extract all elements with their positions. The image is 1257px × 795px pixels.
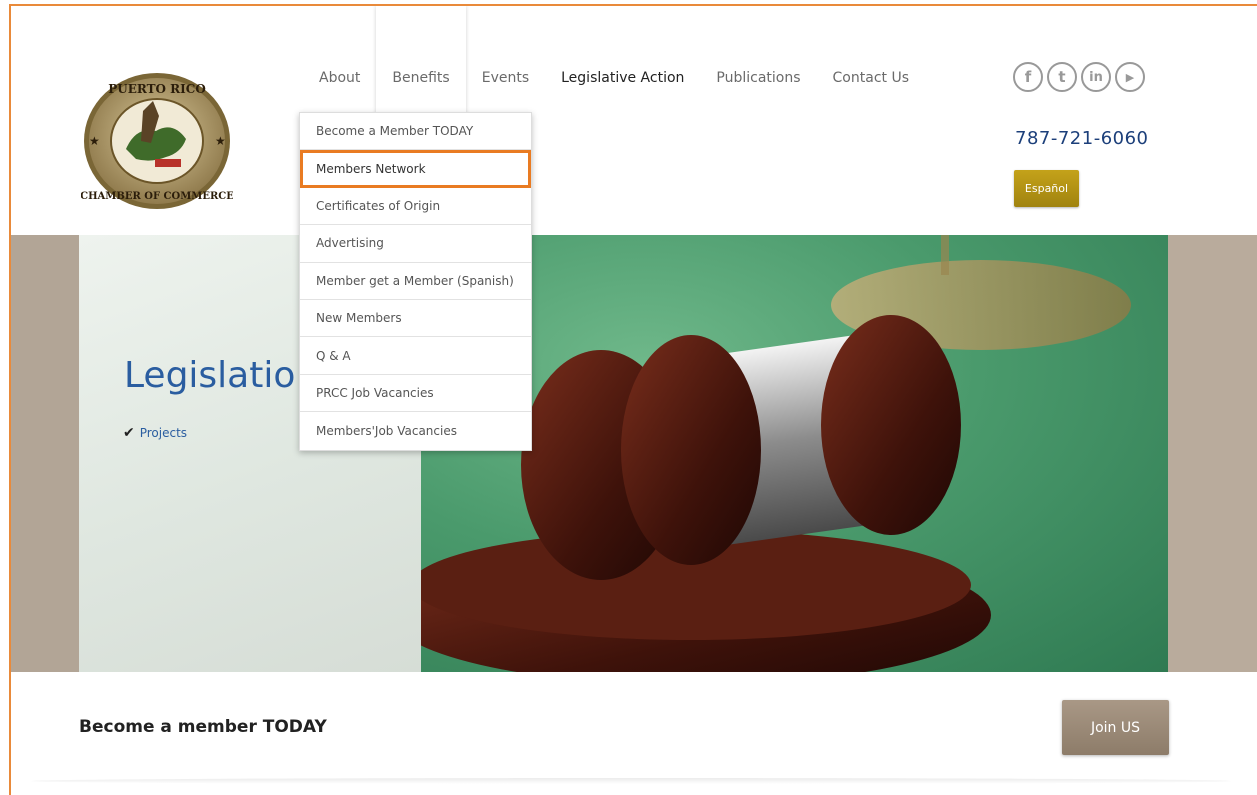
banner-title: Legislatio bbox=[124, 355, 296, 396]
nav-legislative-action[interactable]: Legislative Action bbox=[545, 6, 700, 116]
nav-events[interactable]: Events bbox=[466, 6, 545, 116]
phone-number[interactable]: 787-721-6060 bbox=[1015, 128, 1149, 149]
dropdown-item-become-member[interactable]: Become a Member TODAY bbox=[300, 113, 531, 151]
checkmark-icon: ✔ bbox=[123, 425, 135, 441]
twitter-icon[interactable]: t bbox=[1047, 62, 1077, 92]
page-frame: PUERTO RICO CHAMBER OF COMMERCE ★ ★ Abou… bbox=[9, 4, 1257, 795]
nav-about[interactable]: About bbox=[303, 6, 376, 116]
facebook-icon[interactable]: f bbox=[1013, 62, 1043, 92]
linkedin-icon[interactable]: in bbox=[1081, 62, 1111, 92]
language-button[interactable]: Español bbox=[1014, 170, 1079, 207]
banner-right-edge bbox=[1168, 235, 1257, 672]
youtube-icon[interactable]: ▶ bbox=[1115, 62, 1145, 92]
chamber-logo[interactable]: PUERTO RICO CHAMBER OF COMMERCE ★ ★ bbox=[80, 71, 234, 211]
dropdown-item-q-and-a[interactable]: Q & A bbox=[300, 337, 531, 375]
dropdown-item-members-network[interactable]: Members Network bbox=[300, 150, 531, 188]
hero-banner: Legislatio ✔ Projects bbox=[11, 235, 1257, 672]
dropdown-item-advertising[interactable]: Advertising bbox=[300, 225, 531, 263]
dropdown-item-member-get-member[interactable]: Member get a Member (Spanish) bbox=[300, 263, 531, 300]
cta-title: Become a member TODAY bbox=[79, 717, 327, 737]
nav-publications[interactable]: Publications bbox=[700, 6, 816, 116]
nav-contact-us[interactable]: Contact Us bbox=[817, 6, 925, 116]
svg-text:★: ★ bbox=[89, 134, 100, 148]
projects-link[interactable]: ✔ Projects bbox=[123, 425, 187, 441]
main-nav: About Benefits Events Legislative Action… bbox=[303, 6, 925, 116]
nav-benefits[interactable]: Benefits bbox=[376, 6, 466, 116]
dropdown-item-certificates-of-origin[interactable]: Certificates of Origin bbox=[300, 188, 531, 226]
join-us-button[interactable]: Join US bbox=[1062, 700, 1169, 755]
gavel-photo bbox=[421, 235, 1168, 672]
svg-text:PUERTO RICO: PUERTO RICO bbox=[108, 82, 206, 96]
svg-text:CHAMBER OF COMMERCE: CHAMBER OF COMMERCE bbox=[81, 191, 233, 202]
dropdown-item-members-job-vacancies[interactable]: Members'Job Vacancies bbox=[300, 412, 531, 449]
dropdown-item-prcc-job-vacancies[interactable]: PRCC Job Vacancies bbox=[300, 375, 531, 413]
dropdown-item-new-members[interactable]: New Members bbox=[300, 300, 531, 338]
section-divider bbox=[31, 778, 1231, 784]
svg-text:★: ★ bbox=[215, 134, 226, 148]
benefits-dropdown: Become a Member TODAY Members Network Ce… bbox=[299, 112, 532, 451]
social-links: f t in ▶ bbox=[1013, 62, 1145, 92]
